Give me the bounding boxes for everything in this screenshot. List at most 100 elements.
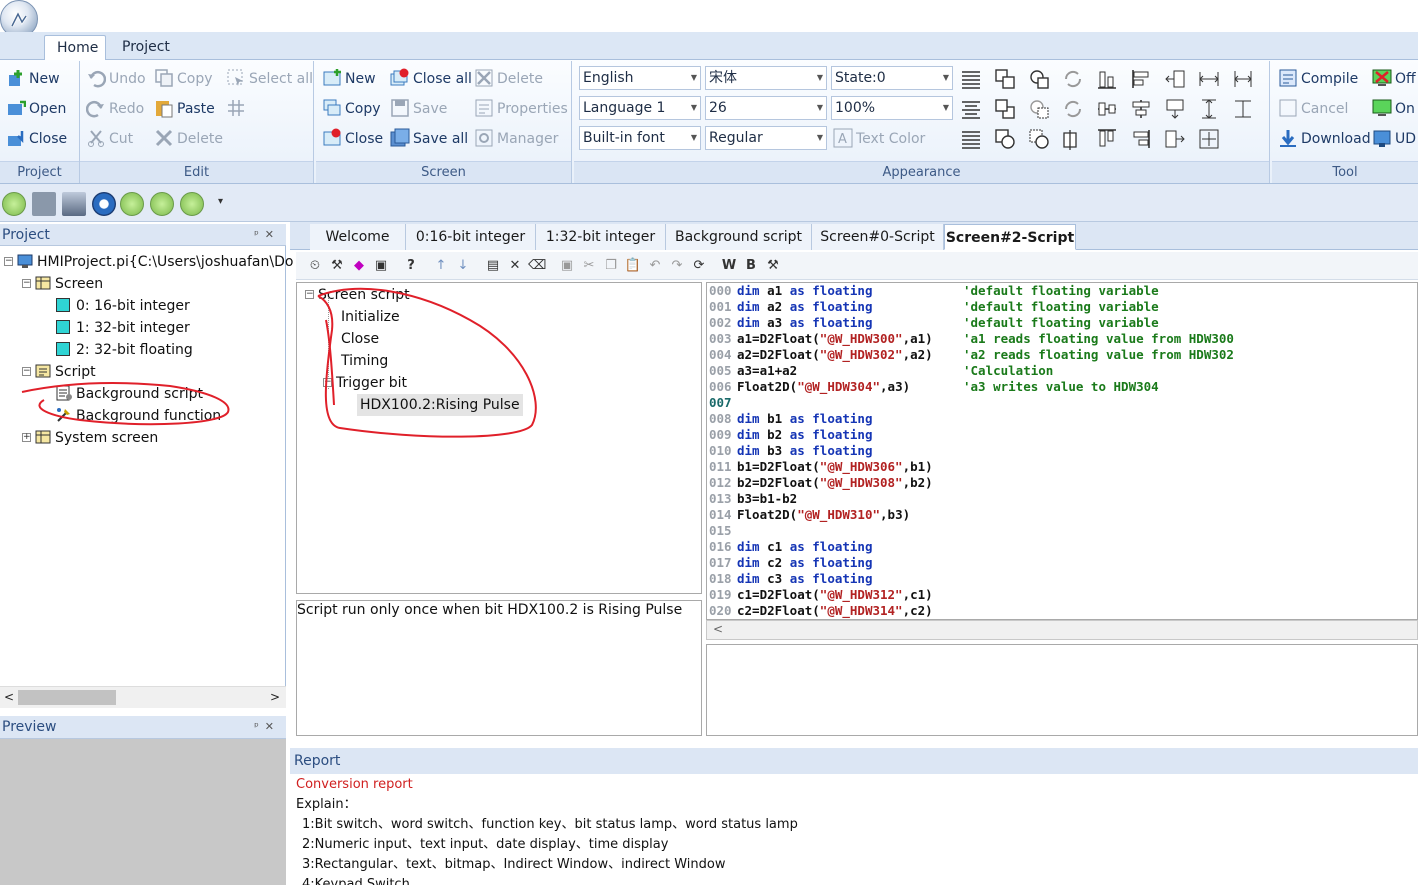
find-icon[interactable]: ⟳ [690, 257, 708, 275]
align-right-edge-icon[interactable] [1130, 128, 1152, 150]
move-right-icon[interactable] [1164, 128, 1186, 150]
tab-home[interactable]: Home [44, 35, 106, 61]
gear-icon[interactable] [92, 192, 116, 216]
ungroup-icon[interactable] [1028, 98, 1050, 120]
group-icon[interactable] [1028, 68, 1050, 90]
align-justify-icon[interactable] [960, 128, 982, 150]
copy-screen-button[interactable]: Copy [322, 96, 381, 122]
script-item-close[interactable]: Close [341, 328, 379, 350]
tree-screen-item[interactable]: 1: 32-bit integer [56, 317, 190, 339]
paste-button[interactable]: Paste [154, 96, 215, 122]
font-type-select[interactable]: Built-in font ▼ [579, 126, 701, 150]
close-all-button[interactable]: Close all [390, 66, 472, 92]
language-number-select[interactable]: Language 1 ▼ [579, 96, 701, 120]
move-left-icon[interactable] [1164, 68, 1186, 90]
project-horizontal-scrollbar[interactable]: < > [0, 686, 286, 708]
undo-icon[interactable]: ↶ [646, 257, 664, 275]
doc-tab-screen2-script[interactable]: Screen#2-Script [944, 224, 1076, 250]
monitor-icon[interactable] [32, 192, 56, 216]
select-all-button[interactable]: Select all [226, 66, 313, 92]
code-line[interactable]: 019 c1=D2Float("@W_HDW312",c1) [707, 587, 933, 603]
shape-icon[interactable] [994, 128, 1016, 150]
redo-icon[interactable]: ↷ [668, 257, 686, 275]
tools-icon[interactable]: ⚒ [328, 257, 346, 275]
code-line[interactable]: 017 dim c2 as floating [707, 555, 872, 571]
new-project-button[interactable]: New [6, 66, 60, 92]
code-editor[interactable]: 000 dim a1 as floating 'default floating v… [706, 282, 1418, 620]
script-item-rising-pulse[interactable]: HDX100.2:Rising Pulse [357, 394, 523, 416]
align-left-icon[interactable] [960, 68, 982, 90]
font-style-select[interactable]: Regular ▼ [705, 126, 827, 150]
lock-object-icon[interactable] [1028, 128, 1050, 150]
save-button[interactable]: Save [390, 96, 447, 122]
undo-button[interactable]: Undo [86, 66, 146, 92]
collapse-icon[interactable]: − [305, 289, 314, 299]
scroll-left-icon[interactable]: < [713, 622, 723, 636]
state-select[interactable]: State:0 ▼ [831, 66, 953, 90]
cancel-button[interactable]: Cancel [1278, 96, 1348, 122]
tree-system-screen[interactable]: + System screen [22, 427, 158, 449]
properties-button[interactable]: Properties [474, 96, 568, 122]
offline-sim-button[interactable]: Off [1372, 66, 1416, 92]
move-down-icon[interactable] [1164, 98, 1186, 120]
tree-background-function[interactable]: Background function [56, 405, 221, 427]
script-tree-root[interactable]: − Screen script [305, 284, 410, 306]
collapse-icon[interactable]: − [323, 377, 332, 387]
text-color-button[interactable]: A Text Color [833, 126, 925, 152]
script-item-timing[interactable]: Timing [341, 350, 388, 372]
h-spacing-icon[interactable] [1232, 68, 1254, 90]
cut-icon[interactable]: ✂ [580, 257, 598, 275]
code-line[interactable]: 003 a1=D2Float("@W_HDW300",a1) 'a1 reads f… [707, 331, 1234, 347]
script-item-initialize[interactable]: Initialize [341, 306, 400, 328]
customize-dropdown-icon[interactable]: ▾ [218, 196, 223, 207]
copy-button[interactable]: Copy [154, 66, 213, 92]
bit-register-button[interactable]: B [742, 257, 760, 275]
code-line[interactable]: 020 c2=D2Float("@W_HDW314",c2) [707, 603, 933, 619]
doc-tab-background-script[interactable]: Background script [666, 224, 812, 250]
same-width-icon[interactable] [1198, 68, 1220, 90]
code-line[interactable]: 018 dim c3 as floating [707, 571, 872, 587]
save-icon[interactable]: ▣ [558, 257, 576, 275]
collapse-icon[interactable]: − [22, 366, 31, 376]
code-line[interactable]: 015 [707, 523, 737, 539]
move-up-icon[interactable]: ↑ [432, 257, 450, 275]
redo-button[interactable]: Redo [85, 96, 144, 122]
code-line[interactable]: 011 b1=D2Float("@W_HDW306",b1) [707, 459, 933, 475]
eraser-icon[interactable]: ⌫ [528, 257, 546, 275]
copy-icon[interactable]: ❐ [602, 257, 620, 275]
rotate-back-icon[interactable] [1062, 98, 1084, 120]
online-sim-button[interactable]: On [1372, 96, 1415, 122]
code-line[interactable]: 007 [707, 395, 737, 411]
code-line[interactable]: 004 a2=D2Float("@W_HDW302",a2) 'a2 reads f… [707, 347, 1234, 363]
status-lamp-icon[interactable] [180, 192, 204, 216]
new-script-icon[interactable]: ▤ [484, 257, 502, 275]
tree-screen-item[interactable]: 0: 16-bit integer [56, 295, 190, 317]
center-v-icon[interactable] [1130, 98, 1152, 120]
timer-icon[interactable]: ⏲ [306, 257, 324, 275]
pin-close-icon[interactable]: ᵖ✕ [254, 716, 280, 738]
code-horizontal-scrollbar[interactable]: < [706, 620, 1418, 640]
tree-script[interactable]: − Script [22, 361, 96, 383]
expand-icon[interactable]: + [22, 432, 31, 442]
align-bottom-icon[interactable] [1096, 68, 1118, 90]
doc-tab-screen1[interactable]: 1:32-bit integer [536, 224, 666, 250]
code-line[interactable]: 013 b3=b1-b2 [707, 491, 797, 507]
delete-screen-button[interactable]: Delete [474, 66, 543, 92]
code-line[interactable]: 005 a3=a1+a2 'Calculation [707, 363, 1053, 379]
help-icon[interactable]: ? [402, 257, 420, 275]
manager-button[interactable]: Manager [474, 126, 558, 152]
language-select[interactable]: English ▼ [579, 66, 701, 90]
close-project-button[interactable]: Close [6, 126, 67, 152]
code-line[interactable]: 010 dim b3 as floating [707, 443, 872, 459]
print-icon[interactable]: ▣ [372, 257, 390, 275]
collapse-icon[interactable]: − [4, 256, 13, 266]
cut-button[interactable]: Cut [86, 126, 133, 152]
font-select[interactable]: 宋体 ▼ [705, 66, 827, 90]
code-line[interactable]: 000 dim a1 as floating 'default floating v… [707, 283, 1159, 299]
rotate-icon[interactable] [1062, 68, 1084, 90]
font-size-select[interactable]: 26 ▼ [705, 96, 827, 120]
code-line[interactable]: 008 dim b1 as floating [707, 411, 872, 427]
tree-background-script[interactable]: Background script [56, 383, 203, 405]
status-lamp-icon[interactable] [2, 192, 26, 216]
zoom-select[interactable]: 100% ▼ [831, 96, 953, 120]
